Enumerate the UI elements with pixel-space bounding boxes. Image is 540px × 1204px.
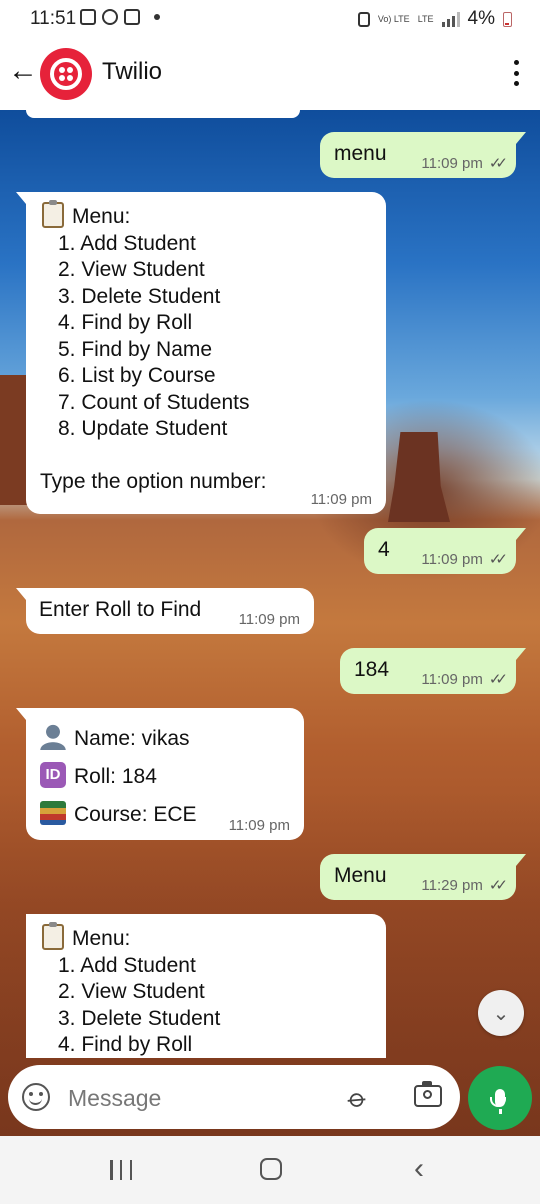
menu-item: 8. Update Student <box>58 417 228 440</box>
wallpaper-butte <box>388 432 450 522</box>
message-time: 11:09 pm <box>421 154 483 172</box>
camera-icon[interactable] <box>414 1081 442 1107</box>
message-text: 184 <box>354 658 390 681</box>
message-composer: ⌀ <box>8 1065 460 1129</box>
incoming-message[interactable]: Menu: 1. Add Student 2. View Student 3. … <box>26 914 386 1058</box>
signal-icon <box>441 11 460 27</box>
student-course: Course: ECE <box>74 803 197 826</box>
student-roll: Roll: 184 <box>74 765 157 788</box>
student-name: Name: vikas <box>74 727 190 750</box>
menu-item: 1. Add Student <box>58 953 196 977</box>
person-icon <box>40 724 66 751</box>
outgoing-message[interactable]: 184 11:09 pm ✓✓ <box>340 648 526 694</box>
recents-icon[interactable] <box>110 1160 132 1180</box>
clipboard-icon <box>42 200 64 229</box>
wallpaper-cliff <box>0 375 28 505</box>
menu-item: 2. View Student <box>58 258 205 281</box>
gallery-icon <box>80 9 96 25</box>
chevron-double-down-icon[interactable]: ⌄ <box>478 990 524 1036</box>
message-time: 11:29 pm <box>421 876 483 894</box>
message-meta: 11:09 pm ✓✓ <box>421 154 508 173</box>
message-meta: 11:09 pm ✓✓ <box>421 550 508 569</box>
avatar[interactable] <box>40 48 92 100</box>
outgoing-message[interactable]: 4 11:09 pm ✓✓ <box>364 528 526 574</box>
more-vert-icon[interactable] <box>512 60 520 86</box>
system-nav-bar: ‹ <box>0 1136 540 1204</box>
message-time: 11:09 pm <box>228 817 290 834</box>
message-text: Enter Roll to Find <box>39 598 202 621</box>
twilio-logo-icon <box>50 58 82 90</box>
message-input[interactable] <box>66 1079 340 1117</box>
double-check-icon: ✓✓ <box>488 877 508 894</box>
menu-item: 7. Count of Students <box>58 390 250 414</box>
incoming-message[interactable]: Menu: 1. Add Student 2. View Student 3. … <box>16 192 386 514</box>
menu-item: 2. View Student <box>58 980 205 1003</box>
menu-title: Menu: <box>72 205 131 228</box>
chat-header: ← Twilio <box>0 38 540 110</box>
volte-indicator: Vo) LTE <box>377 13 410 24</box>
incoming-message[interactable]: Name: vikas ID Roll: 184 Course: ECE 11:0… <box>16 708 304 840</box>
mic-icon[interactable] <box>468 1066 532 1130</box>
incoming-message[interactable]: Enter Roll to Find 11:09 pm <box>16 588 314 634</box>
double-check-icon: ✓✓ <box>488 551 508 568</box>
id-badge-icon: ID <box>40 762 66 789</box>
books-icon <box>40 801 66 826</box>
lte-indicator: LTE <box>417 13 434 24</box>
outgoing-message[interactable]: menu 11:09 pm ✓✓ <box>320 132 526 178</box>
message-text: Menu <box>334 864 387 887</box>
check-circle-icon <box>102 9 118 25</box>
previous-message-bubble <box>26 110 300 118</box>
more-notifications-icon <box>154 14 160 20</box>
menu-item: 5. Find by Name <box>58 337 213 361</box>
battery-percent: 4% <box>467 8 495 29</box>
message-time: 11:09 pm <box>421 550 483 568</box>
menu-item: 6. List by Course <box>58 364 216 387</box>
message-text: 4 <box>378 538 390 561</box>
chat-title[interactable]: Twilio <box>102 58 162 86</box>
battery-icon <box>503 11 512 27</box>
message-time: 11:09 pm <box>310 491 372 508</box>
menu-item: 3. Delete Student <box>58 1006 221 1030</box>
nav-back-icon[interactable]: ‹ <box>414 1154 424 1184</box>
outgoing-message[interactable]: Menu 11:29 pm ✓✓ <box>320 854 526 900</box>
message-time: 11:09 pm <box>238 611 300 628</box>
menu-item: 1. Add Student <box>58 231 196 255</box>
clipboard-icon <box>42 922 64 951</box>
notification-icons <box>80 9 160 25</box>
message-meta: 11:09 pm ✓✓ <box>421 670 508 689</box>
arrow-left-icon[interactable]: ← <box>8 56 38 86</box>
lock-icon <box>357 11 370 27</box>
status-bar: 11:51 Vo) LTE LTE 4% <box>0 0 540 38</box>
menu-item: 4. Find by Roll <box>58 311 193 334</box>
menu-title-line: Menu: <box>40 922 386 953</box>
paperclip-icon[interactable]: ⌀ <box>342 1082 374 1116</box>
double-check-icon: ✓✓ <box>488 155 508 172</box>
home-icon[interactable] <box>260 1158 282 1180</box>
student-roll-line: ID Roll: 184 <box>40 758 304 796</box>
checkbox-icon <box>124 9 140 25</box>
double-check-icon: ✓✓ <box>488 671 508 688</box>
student-name-line: Name: vikas <box>40 720 304 758</box>
menu-title-line: Menu: <box>40 200 386 231</box>
status-time: 11:51 <box>30 8 77 29</box>
message-text: menu <box>334 142 387 165</box>
message-meta: 11:29 pm ✓✓ <box>421 876 508 895</box>
menu-title: Menu: <box>72 927 131 950</box>
menu-item: 3. Delete Student <box>58 284 221 308</box>
status-right: Vo) LTE LTE 4% <box>357 8 512 30</box>
menu-item: 4. Find by Roll <box>58 1033 193 1056</box>
message-time: 11:09 pm <box>421 670 483 688</box>
emoji-icon[interactable] <box>22 1083 50 1111</box>
